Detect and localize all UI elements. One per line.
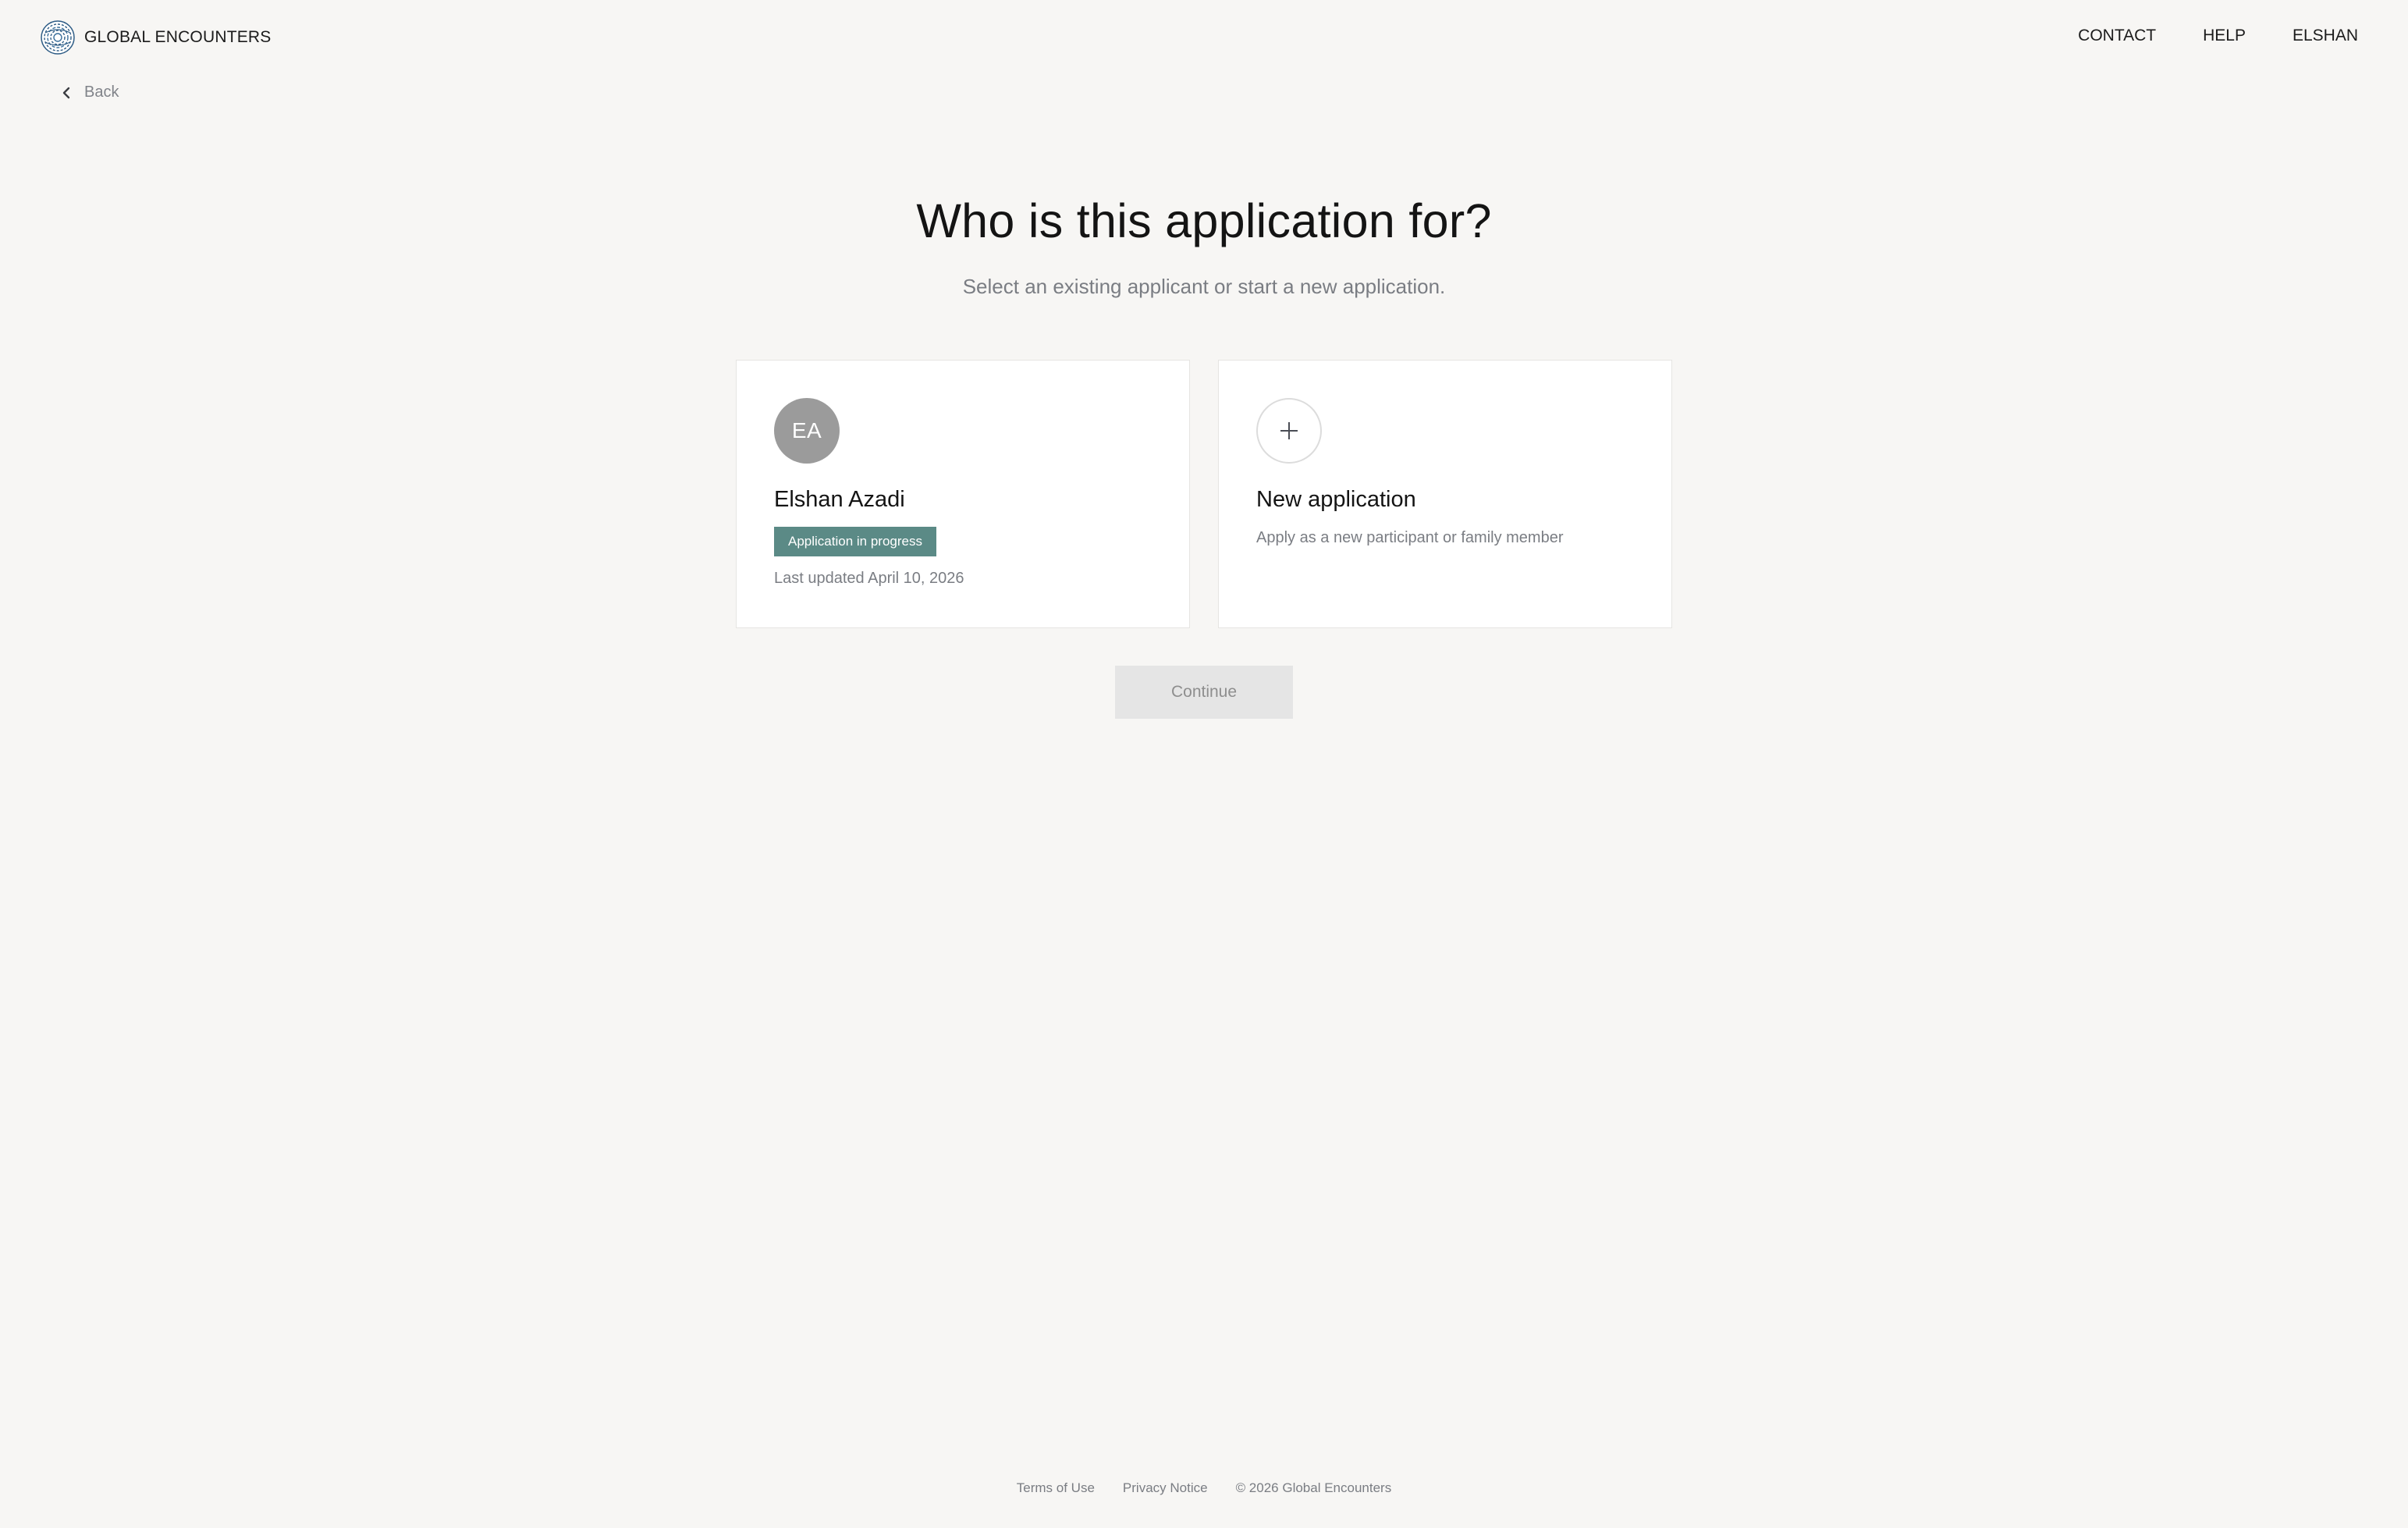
last-updated-text: Last updated April 10, 2026 [774,570,964,587]
page-subtitle: Select an existing applicant or start a … [962,275,1446,298]
brand-home-link[interactable]: GLOBAL ENCOUNTERS [41,20,272,55]
status-badge: Application in progress [774,527,936,556]
plus-icon [1256,398,1322,464]
brand-name: GLOBAL ENCOUNTERS [84,28,272,46]
globe-fingerprint-icon [41,20,75,55]
nav-help[interactable]: HELP [2203,27,2246,45]
back-link[interactable]: Back [61,84,119,101]
privacy-notice-link[interactable]: Privacy Notice [1123,1480,1208,1496]
nav-contact[interactable]: CONTACT [2078,27,2156,45]
footer: Terms of Use Privacy Notice © 2026 Globa… [0,1480,2408,1496]
new-application-description: Apply as a new participant or family mem… [1256,529,1564,546]
avatar: EA [774,398,840,464]
applicant-name: Elshan Azadi [774,487,905,512]
copyright-text: © 2026 Global Encounters [1235,1480,1392,1495]
nav-user-menu[interactable]: ELSHAN [2293,27,2358,45]
top-header: GLOBAL ENCOUNTERS CONTACT HELP ELSHAN [0,0,2408,75]
new-application-card[interactable]: New application Apply as a new participa… [1218,360,1672,628]
page-title: Who is this application for? [916,194,1492,247]
back-label: Back [84,84,119,101]
terms-of-use-link[interactable]: Terms of Use [1017,1480,1095,1496]
existing-applicant-card[interactable]: EA Elshan Azadi Application in progress … [736,360,1190,628]
top-nav: CONTACT HELP ELSHAN [2078,27,2358,45]
chevron-left-icon [61,85,72,101]
new-application-title: New application [1256,487,1416,512]
continue-button[interactable]: Continue [1115,666,1293,719]
